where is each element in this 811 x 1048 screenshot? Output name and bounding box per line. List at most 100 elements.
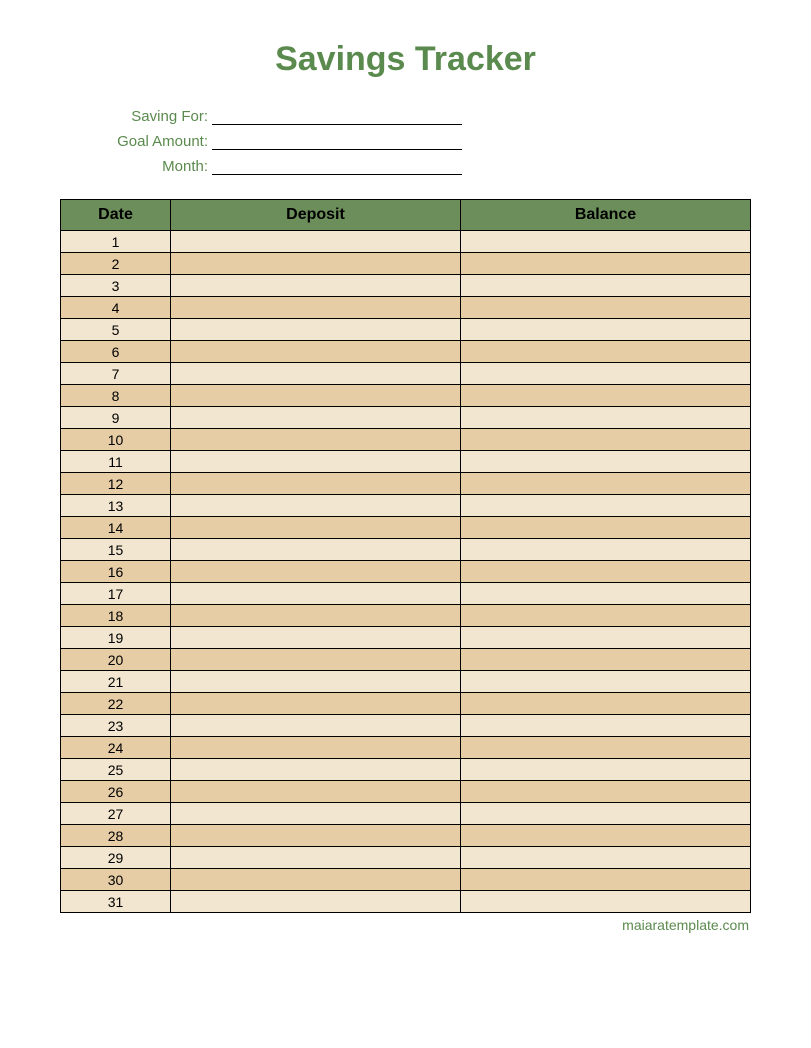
cell-deposit[interactable] xyxy=(171,583,461,605)
cell-balance[interactable] xyxy=(461,429,751,451)
cell-deposit[interactable] xyxy=(171,539,461,561)
cell-balance[interactable] xyxy=(461,583,751,605)
cell-date[interactable]: 6 xyxy=(61,341,171,363)
cell-deposit[interactable] xyxy=(171,495,461,517)
goal-amount-label: Goal Amount: xyxy=(100,133,210,150)
cell-deposit[interactable] xyxy=(171,869,461,891)
cell-balance[interactable] xyxy=(461,495,751,517)
cell-balance[interactable] xyxy=(461,605,751,627)
cell-date[interactable]: 4 xyxy=(61,297,171,319)
cell-deposit[interactable] xyxy=(171,297,461,319)
cell-deposit[interactable] xyxy=(171,275,461,297)
cell-date[interactable]: 3 xyxy=(61,275,171,297)
cell-date[interactable]: 21 xyxy=(61,671,171,693)
cell-deposit[interactable] xyxy=(171,759,461,781)
goal-amount-input-line[interactable] xyxy=(212,130,462,150)
cell-balance[interactable] xyxy=(461,825,751,847)
cell-date[interactable]: 15 xyxy=(61,539,171,561)
cell-deposit[interactable] xyxy=(171,319,461,341)
cell-balance[interactable] xyxy=(461,231,751,253)
cell-deposit[interactable] xyxy=(171,231,461,253)
cell-balance[interactable] xyxy=(461,737,751,759)
cell-deposit[interactable] xyxy=(171,341,461,363)
cell-deposit[interactable] xyxy=(171,561,461,583)
cell-balance[interactable] xyxy=(461,451,751,473)
cell-date[interactable]: 22 xyxy=(61,693,171,715)
cell-date[interactable]: 24 xyxy=(61,737,171,759)
cell-balance[interactable] xyxy=(461,693,751,715)
cell-deposit[interactable] xyxy=(171,407,461,429)
cell-balance[interactable] xyxy=(461,297,751,319)
cell-deposit[interactable] xyxy=(171,847,461,869)
cell-date[interactable]: 12 xyxy=(61,473,171,495)
cell-balance[interactable] xyxy=(461,539,751,561)
cell-date[interactable]: 2 xyxy=(61,253,171,275)
table-row: 25 xyxy=(61,759,751,781)
cell-deposit[interactable] xyxy=(171,627,461,649)
cell-date[interactable]: 19 xyxy=(61,627,171,649)
cell-date[interactable]: 31 xyxy=(61,891,171,913)
cell-balance[interactable] xyxy=(461,715,751,737)
cell-balance[interactable] xyxy=(461,363,751,385)
cell-balance[interactable] xyxy=(461,319,751,341)
cell-date[interactable]: 28 xyxy=(61,825,171,847)
cell-balance[interactable] xyxy=(461,473,751,495)
cell-balance[interactable] xyxy=(461,627,751,649)
cell-balance[interactable] xyxy=(461,671,751,693)
cell-balance[interactable] xyxy=(461,649,751,671)
cell-date[interactable]: 25 xyxy=(61,759,171,781)
cell-date[interactable]: 14 xyxy=(61,517,171,539)
cell-date[interactable]: 1 xyxy=(61,231,171,253)
cell-balance[interactable] xyxy=(461,385,751,407)
cell-balance[interactable] xyxy=(461,253,751,275)
cell-deposit[interactable] xyxy=(171,671,461,693)
cell-deposit[interactable] xyxy=(171,385,461,407)
cell-balance[interactable] xyxy=(461,803,751,825)
cell-balance[interactable] xyxy=(461,341,751,363)
cell-balance[interactable] xyxy=(461,275,751,297)
table-header-row: Date Deposit Balance xyxy=(61,200,751,231)
cell-deposit[interactable] xyxy=(171,891,461,913)
cell-date[interactable]: 27 xyxy=(61,803,171,825)
cell-balance[interactable] xyxy=(461,847,751,869)
cell-deposit[interactable] xyxy=(171,825,461,847)
cell-balance[interactable] xyxy=(461,781,751,803)
month-input-line[interactable] xyxy=(212,155,462,175)
cell-deposit[interactable] xyxy=(171,693,461,715)
saving-for-input-line[interactable] xyxy=(212,105,462,125)
cell-date[interactable]: 20 xyxy=(61,649,171,671)
cell-deposit[interactable] xyxy=(171,781,461,803)
cell-deposit[interactable] xyxy=(171,451,461,473)
cell-balance[interactable] xyxy=(461,891,751,913)
cell-balance[interactable] xyxy=(461,759,751,781)
cell-deposit[interactable] xyxy=(171,363,461,385)
cell-date[interactable]: 11 xyxy=(61,451,171,473)
cell-date[interactable]: 29 xyxy=(61,847,171,869)
cell-balance[interactable] xyxy=(461,517,751,539)
cell-date[interactable]: 17 xyxy=(61,583,171,605)
saving-for-label: Saving For: xyxy=(100,108,210,125)
cell-date[interactable]: 23 xyxy=(61,715,171,737)
cell-balance[interactable] xyxy=(461,561,751,583)
cell-deposit[interactable] xyxy=(171,737,461,759)
cell-date[interactable]: 5 xyxy=(61,319,171,341)
cell-balance[interactable] xyxy=(461,407,751,429)
cell-deposit[interactable] xyxy=(171,473,461,495)
cell-deposit[interactable] xyxy=(171,649,461,671)
cell-date[interactable]: 7 xyxy=(61,363,171,385)
cell-date[interactable]: 26 xyxy=(61,781,171,803)
cell-deposit[interactable] xyxy=(171,253,461,275)
cell-date[interactable]: 13 xyxy=(61,495,171,517)
cell-date[interactable]: 16 xyxy=(61,561,171,583)
cell-deposit[interactable] xyxy=(171,429,461,451)
cell-date[interactable]: 10 xyxy=(61,429,171,451)
cell-date[interactable]: 9 xyxy=(61,407,171,429)
cell-deposit[interactable] xyxy=(171,517,461,539)
cell-deposit[interactable] xyxy=(171,715,461,737)
cell-date[interactable]: 30 xyxy=(61,869,171,891)
cell-balance[interactable] xyxy=(461,869,751,891)
cell-date[interactable]: 18 xyxy=(61,605,171,627)
cell-deposit[interactable] xyxy=(171,803,461,825)
cell-date[interactable]: 8 xyxy=(61,385,171,407)
cell-deposit[interactable] xyxy=(171,605,461,627)
